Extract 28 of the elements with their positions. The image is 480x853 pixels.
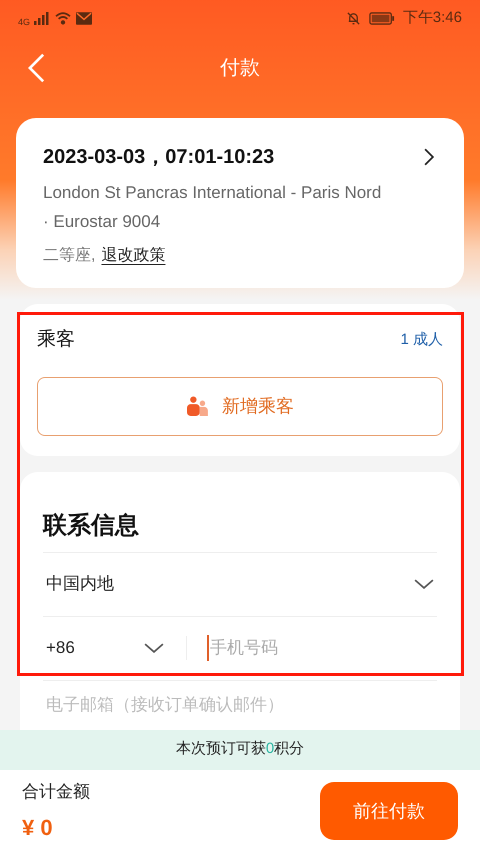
- clock: 下午3:46: [402, 8, 462, 28]
- signal-icon: [34, 11, 50, 25]
- passenger-count: 1 成人: [400, 330, 443, 350]
- trip-datetime: 2023-03-03，07:01-10:23: [43, 145, 274, 170]
- chevron-right-icon: [424, 148, 434, 166]
- section-title: 联系信息: [43, 510, 140, 540]
- country-code-select[interactable]: +86: [46, 635, 186, 661]
- trip-route: London St Pancras International - Paris Nord · Eurostar 9004: [43, 182, 382, 233]
- battery-icon: [368, 12, 395, 24]
- chevron-down-icon: [144, 643, 164, 653]
- phone-field[interactable]: 手机号码: [207, 635, 434, 661]
- mail-icon: [76, 12, 92, 24]
- points-banner: 本次预订可获0积分: [0, 730, 480, 770]
- refund-policy-link[interactable]: 退改政策: [101, 244, 166, 268]
- seat-class: 二等座,: [43, 246, 96, 266]
- network-label: 4G: [18, 18, 30, 26]
- chevron-down-icon: [414, 579, 434, 589]
- bell-off-icon: [346, 10, 361, 26]
- page-title: 付款: [220, 56, 260, 81]
- trip-card[interactable]: 2023-03-03，07:01-10:23 London St Pancras International - Paris Nord · Eurostar 9004 二等座, 退改政策: [16, 118, 464, 288]
- people-icon: [186, 396, 208, 416]
- region-select[interactable]: 中国内地: [43, 552, 437, 616]
- section-title: 乘客: [37, 328, 75, 352]
- back-icon: [28, 53, 45, 83]
- total-amount: ¥ 0: [22, 814, 54, 842]
- total-label: 合计金额: [22, 781, 90, 803]
- wifi-icon: [54, 11, 72, 25]
- email-field[interactable]: 电子邮箱（接收订单确认邮件）: [43, 680, 437, 730]
